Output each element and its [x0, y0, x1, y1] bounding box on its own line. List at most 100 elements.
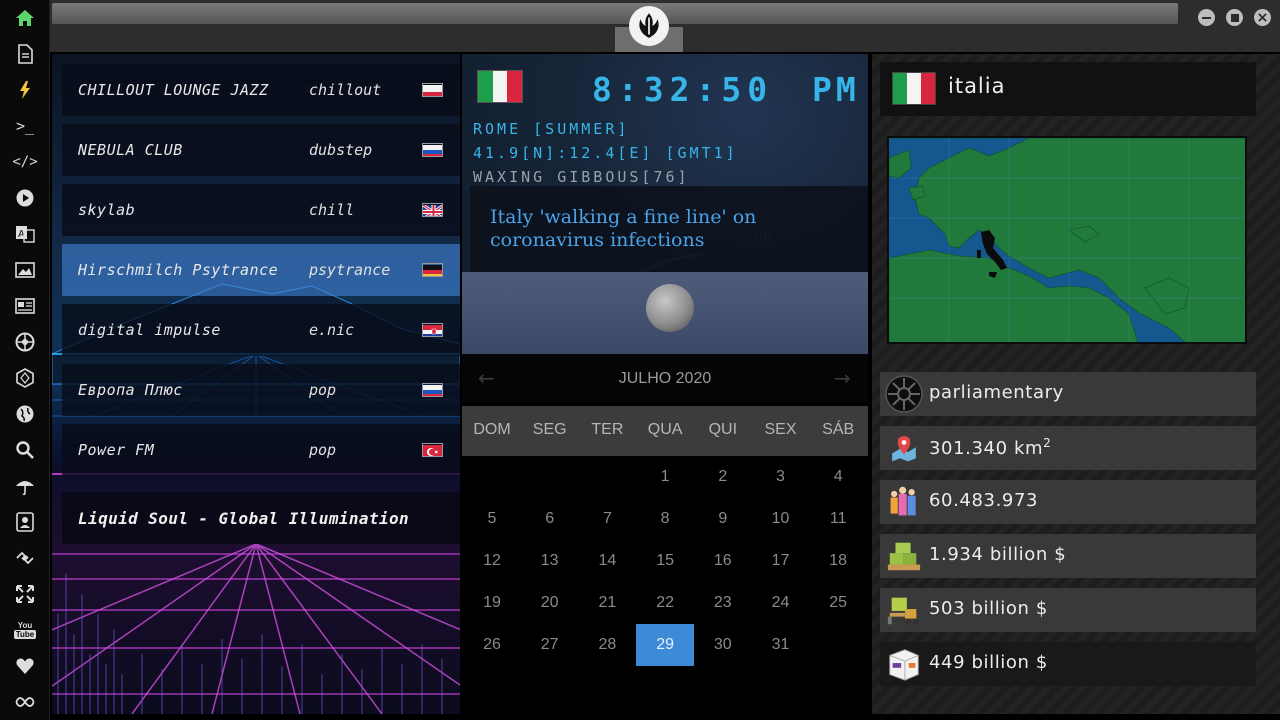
coordinates-label: 41.9[N]:12.4[E] [GMT1]	[473, 144, 738, 162]
russia-flag-icon	[422, 143, 443, 157]
gdp-row: 1.934 billion $	[880, 534, 1256, 578]
calendar-day[interactable]: 21	[578, 582, 636, 624]
calendar-day[interactable]: 11	[809, 498, 867, 540]
calendar-day[interactable]: 31	[752, 624, 810, 666]
home-icon[interactable]	[13, 6, 37, 30]
calendar-day[interactable]: 2	[694, 456, 752, 498]
close-button[interactable]	[1254, 9, 1271, 26]
calendar-weekdays: DOM SEG TER QUA QUI SEX SÁB	[462, 406, 868, 456]
calendar-day[interactable]: 25	[809, 582, 867, 624]
station-row[interactable]: Европа Плюс pop	[62, 364, 460, 416]
italy-flag-icon	[477, 70, 523, 103]
app-sidebar: >_ </> A You Tube	[0, 0, 50, 720]
area-value: 301.340 km2	[929, 436, 1052, 459]
umbrella-icon[interactable]	[13, 474, 37, 498]
calendar-day[interactable]: 1	[636, 456, 694, 498]
germany-flag-icon	[422, 263, 443, 277]
now-playing-bar: Liquid Soul - Global Illumination	[62, 492, 460, 544]
map-pin-icon	[885, 429, 923, 467]
next-month-button[interactable]: →	[834, 366, 851, 390]
lightning-icon[interactable]	[13, 78, 37, 102]
country-header: italia	[880, 62, 1256, 116]
weekday-label: SEG	[532, 421, 567, 438]
link-icon[interactable]	[13, 546, 37, 570]
terminal-icon[interactable]: >_	[13, 114, 37, 138]
weekday-label: SEX	[764, 421, 797, 438]
rebel-logo-tab[interactable]	[615, 0, 683, 52]
calendar-day[interactable]: 22	[636, 582, 694, 624]
calendar-day[interactable]: 24	[752, 582, 810, 624]
russia-flag-icon	[422, 383, 443, 397]
translate-icon[interactable]: A	[13, 222, 37, 246]
news-headline[interactable]: Italy 'walking a fine line' on coronavir…	[490, 206, 850, 252]
calendar-day[interactable]: 5	[463, 498, 521, 540]
population-icon	[885, 483, 923, 521]
calendar-day[interactable]: 26	[463, 624, 521, 666]
contact-icon[interactable]	[13, 510, 37, 534]
calendar-month-label: JULHO 2020	[618, 370, 712, 387]
infinity-icon[interactable]	[13, 690, 37, 714]
calendar-day[interactable]: 18	[809, 540, 867, 582]
station-row[interactable]: skylab chill	[62, 184, 460, 236]
calendar-day-today[interactable]: 29	[636, 624, 695, 666]
youtube-icon[interactable]: You Tube	[13, 618, 37, 642]
poland-flag-icon	[422, 83, 443, 97]
station-row[interactable]: digital impulse e.nic	[62, 304, 460, 356]
calendar-day[interactable]: 28	[578, 624, 636, 666]
expand-icon[interactable]	[13, 582, 37, 606]
image-icon[interactable]	[13, 258, 37, 282]
weekday-label: DOM	[473, 421, 511, 438]
calendar-day[interactable]: 14	[578, 540, 636, 582]
calendar-day[interactable]: 17	[752, 540, 810, 582]
calendar-day[interactable]: 19	[463, 582, 521, 624]
station-genre: pop	[309, 381, 337, 399]
play-icon[interactable]	[13, 186, 37, 210]
station-name: Hirschmilch Psytrance	[78, 261, 279, 279]
station-genre: chill	[309, 201, 355, 219]
calendar-day[interactable]: 30	[694, 624, 752, 666]
calendar-day[interactable]: 16	[694, 540, 752, 582]
maximize-button[interactable]	[1226, 9, 1243, 26]
calendar-day[interactable]: 27	[521, 624, 579, 666]
calendar-day[interactable]: 20	[521, 582, 579, 624]
clock-ampm: PM	[812, 70, 860, 109]
calendar-day[interactable]: 12	[463, 540, 521, 582]
clock-time: 8:32:50	[592, 70, 774, 109]
country-name: italia	[948, 74, 1006, 98]
country-map[interactable]	[887, 136, 1247, 344]
hexagon-icon[interactable]	[13, 366, 37, 390]
news-icon[interactable]	[13, 294, 37, 318]
station-row[interactable]: Power FM pop	[62, 424, 460, 476]
heart-icon[interactable]	[13, 654, 37, 678]
calendar-day[interactable]: 13	[521, 540, 579, 582]
calendar-day[interactable]: 23	[694, 582, 752, 624]
calendar-day[interactable]: 8	[636, 498, 694, 540]
empire-emblem-icon	[885, 375, 923, 413]
weekday-label: TER	[591, 421, 624, 438]
station-row[interactable]: NEBULA CLUB dubstep	[62, 124, 460, 176]
shipping-box-icon	[885, 645, 923, 683]
imports-value: 503 billion $	[929, 598, 1048, 619]
globe-icon[interactable]	[13, 402, 37, 426]
calendar-day[interactable]: 4	[809, 456, 867, 498]
station-name: Power FM	[78, 441, 155, 459]
search-icon[interactable]	[13, 438, 37, 462]
imports-row: 503 billion $	[880, 588, 1256, 632]
calendar-day[interactable]: 15	[636, 540, 694, 582]
calendar-day[interactable]: 7	[578, 498, 636, 540]
code-icon[interactable]: </>	[12, 150, 37, 174]
calendar-day[interactable]: 10	[752, 498, 810, 540]
weekday-label: QUA	[647, 421, 683, 438]
empire-icon[interactable]	[13, 330, 37, 354]
document-icon[interactable]	[13, 42, 37, 66]
station-row[interactable]: CHILLOUT LOUNGE JAZZ chillout	[62, 64, 460, 116]
turkey-flag-icon	[422, 443, 443, 457]
calendar-day[interactable]: 6	[521, 498, 579, 540]
news-ticker[interactable]: Italy 'walking a fine line' on coronavir…	[470, 186, 868, 272]
station-row-active[interactable]: Hirschmilch Psytrance psytrance	[62, 244, 460, 296]
calendar-day[interactable]: 9	[694, 498, 752, 540]
moon-icon	[646, 284, 694, 332]
calendar-day[interactable]: 3	[752, 456, 810, 498]
minimize-button[interactable]	[1198, 9, 1215, 26]
station-name: NEBULA CLUB	[78, 141, 183, 159]
